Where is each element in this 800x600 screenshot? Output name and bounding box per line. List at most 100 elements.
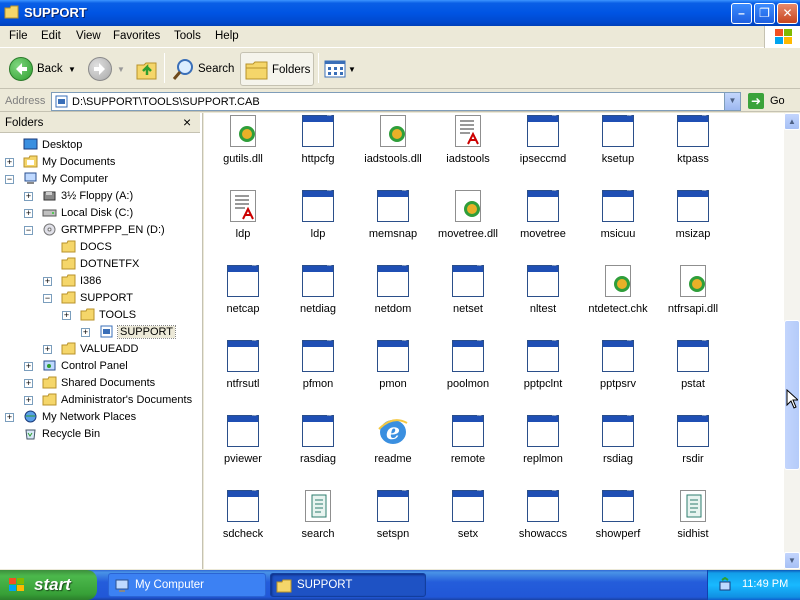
go-button[interactable]: ➜ Go — [746, 92, 796, 110]
collapse-icon[interactable]: − — [24, 226, 33, 235]
file-item[interactable]: showaccs — [506, 487, 580, 558]
collapse-icon[interactable]: − — [43, 294, 52, 303]
tree-item[interactable]: DOCS — [0, 239, 200, 256]
file-item[interactable]: pviewer — [206, 412, 280, 483]
file-item[interactable]: ntdetect.chk — [581, 265, 655, 333]
scroll-up-icon[interactable]: ▲ — [784, 113, 800, 130]
close-pane-icon[interactable]: × — [183, 114, 191, 130]
file-item[interactable]: netdom — [356, 262, 430, 333]
file-item[interactable]: movetree.dll — [431, 190, 505, 258]
search-button[interactable]: Search — [168, 52, 236, 86]
expand-icon[interactable]: + — [24, 209, 33, 218]
file-item[interactable]: sdcheck — [206, 487, 280, 558]
tree-item[interactable]: +3½ Floppy (A:) — [0, 188, 200, 205]
forward-dropdown-icon[interactable]: ▼ — [117, 65, 125, 74]
expand-icon[interactable]: + — [62, 311, 71, 320]
file-item[interactable]: e readme — [356, 415, 430, 483]
start-button[interactable]: start — [0, 570, 97, 600]
expand-icon[interactable]: + — [81, 328, 90, 337]
file-item[interactable]: replmon — [506, 412, 580, 483]
tree-item[interactable]: − SUPPORT — [0, 290, 200, 307]
expand-icon[interactable]: + — [5, 158, 14, 167]
menu-view[interactable]: View — [76, 30, 101, 42]
file-item[interactable]: pptpsrv — [581, 337, 655, 408]
file-item[interactable]: ntfrsutl — [206, 337, 280, 408]
file-item[interactable]: sidhist — [656, 490, 730, 558]
file-item[interactable]: iadstools.dll — [356, 115, 430, 183]
title-bar[interactable]: SUPPORT – ❐ ✕ — [0, 0, 800, 26]
up-folder-button[interactable] — [133, 52, 161, 86]
tree-item[interactable]: + Control Panel — [0, 358, 200, 375]
file-item[interactable]: ntfrsapi.dll — [656, 265, 730, 333]
file-item[interactable]: ksetup — [581, 113, 655, 183]
file-item[interactable]: pmon — [356, 337, 430, 408]
tree-item[interactable]: − GRTMPFPP_EN (D:) — [0, 222, 200, 239]
file-item[interactable]: setspn — [356, 487, 430, 558]
task-my-computer[interactable]: My Computer — [108, 573, 266, 597]
file-item[interactable]: ldp — [206, 190, 280, 258]
expand-icon[interactable]: + — [24, 396, 33, 405]
tree-item[interactable]: + SUPPORT — [0, 324, 200, 341]
views-dropdown-icon[interactable]: ▼ — [348, 65, 356, 74]
menu-favorites[interactable]: Favorites — [113, 30, 160, 42]
file-item[interactable]: gutils.dll — [206, 115, 280, 183]
file-item[interactable]: nltest — [506, 262, 580, 333]
views-button[interactable]: ▼ — [322, 52, 356, 86]
tree-item[interactable]: + VALUEADD — [0, 341, 200, 358]
back-dropdown-icon[interactable]: ▼ — [68, 65, 76, 74]
tree-item[interactable]: + My Network Places — [0, 409, 200, 426]
expand-icon[interactable]: + — [24, 379, 33, 388]
file-item[interactable]: rsdir — [656, 412, 730, 483]
tree-item[interactable]: + I386 — [0, 273, 200, 290]
clock[interactable]: 11:49 PM — [742, 578, 788, 590]
file-item[interactable]: showperf — [581, 487, 655, 558]
menu-file[interactable]: File — [9, 30, 28, 42]
file-item[interactable]: pstat — [656, 337, 730, 408]
file-item[interactable]: netdiag — [281, 262, 355, 333]
expand-icon[interactable]: + — [24, 192, 33, 201]
address-dropdown-icon[interactable]: ▼ — [724, 93, 740, 110]
file-item[interactable]: ipseccmd — [506, 113, 580, 183]
expand-icon[interactable]: + — [24, 362, 33, 371]
expand-icon[interactable]: + — [5, 413, 14, 422]
tree-item[interactable]: Recycle Bin — [0, 426, 200, 443]
menu-help[interactable]: Help — [215, 30, 239, 42]
file-item[interactable]: rasdiag — [281, 412, 355, 483]
menu-tools[interactable]: Tools — [174, 30, 201, 42]
file-item[interactable]: httpcfg — [281, 113, 355, 183]
maximize-button[interactable]: ❐ — [754, 3, 775, 24]
tree-item[interactable]: DOTNETFX — [0, 256, 200, 273]
collapse-icon[interactable]: − — [5, 175, 14, 184]
close-button[interactable]: ✕ — [777, 3, 798, 24]
network-tray-icon[interactable] — [717, 577, 733, 593]
scroll-down-icon[interactable]: ▼ — [784, 552, 800, 569]
file-item[interactable]: netset — [431, 262, 505, 333]
expand-icon[interactable]: + — [43, 345, 52, 354]
tree-item[interactable]: Desktop — [0, 137, 200, 154]
expand-icon[interactable]: + — [43, 277, 52, 286]
file-item[interactable]: msicuu — [581, 187, 655, 258]
file-item[interactable]: ktpass — [656, 113, 730, 183]
file-item[interactable]: rsdiag — [581, 412, 655, 483]
file-item[interactable]: msizap — [656, 187, 730, 258]
file-item[interactable]: setx — [431, 487, 505, 558]
forward-button[interactable]: ▼ — [84, 52, 129, 86]
tree-item[interactable]: + TOOLS — [0, 307, 200, 324]
file-item[interactable]: poolmon — [431, 337, 505, 408]
vertical-scrollbar[interactable]: ▲ ▼ — [784, 113, 800, 569]
task-support[interactable]: SUPPORT — [270, 573, 426, 597]
tree-item[interactable]: − My Computer — [0, 171, 200, 188]
file-item[interactable]: movetree — [506, 187, 580, 258]
file-item[interactable]: ldp — [281, 187, 355, 258]
file-item[interactable]: search — [281, 490, 355, 558]
minimize-button[interactable]: – — [731, 3, 752, 24]
file-item[interactable]: netcap — [206, 262, 280, 333]
file-item[interactable]: pfmon — [281, 337, 355, 408]
address-input[interactable]: D:\SUPPORT\TOOLS\SUPPORT.CAB ▼ — [51, 92, 741, 111]
file-item[interactable]: remote — [431, 412, 505, 483]
menu-edit[interactable]: Edit — [41, 30, 61, 42]
tree-item[interactable]: + Administrator's Documents — [0, 392, 200, 409]
tree-item[interactable]: + My Documents — [0, 154, 200, 171]
file-item[interactable]: pptpclnt — [506, 337, 580, 408]
tree-item[interactable]: + Shared Documents — [0, 375, 200, 392]
